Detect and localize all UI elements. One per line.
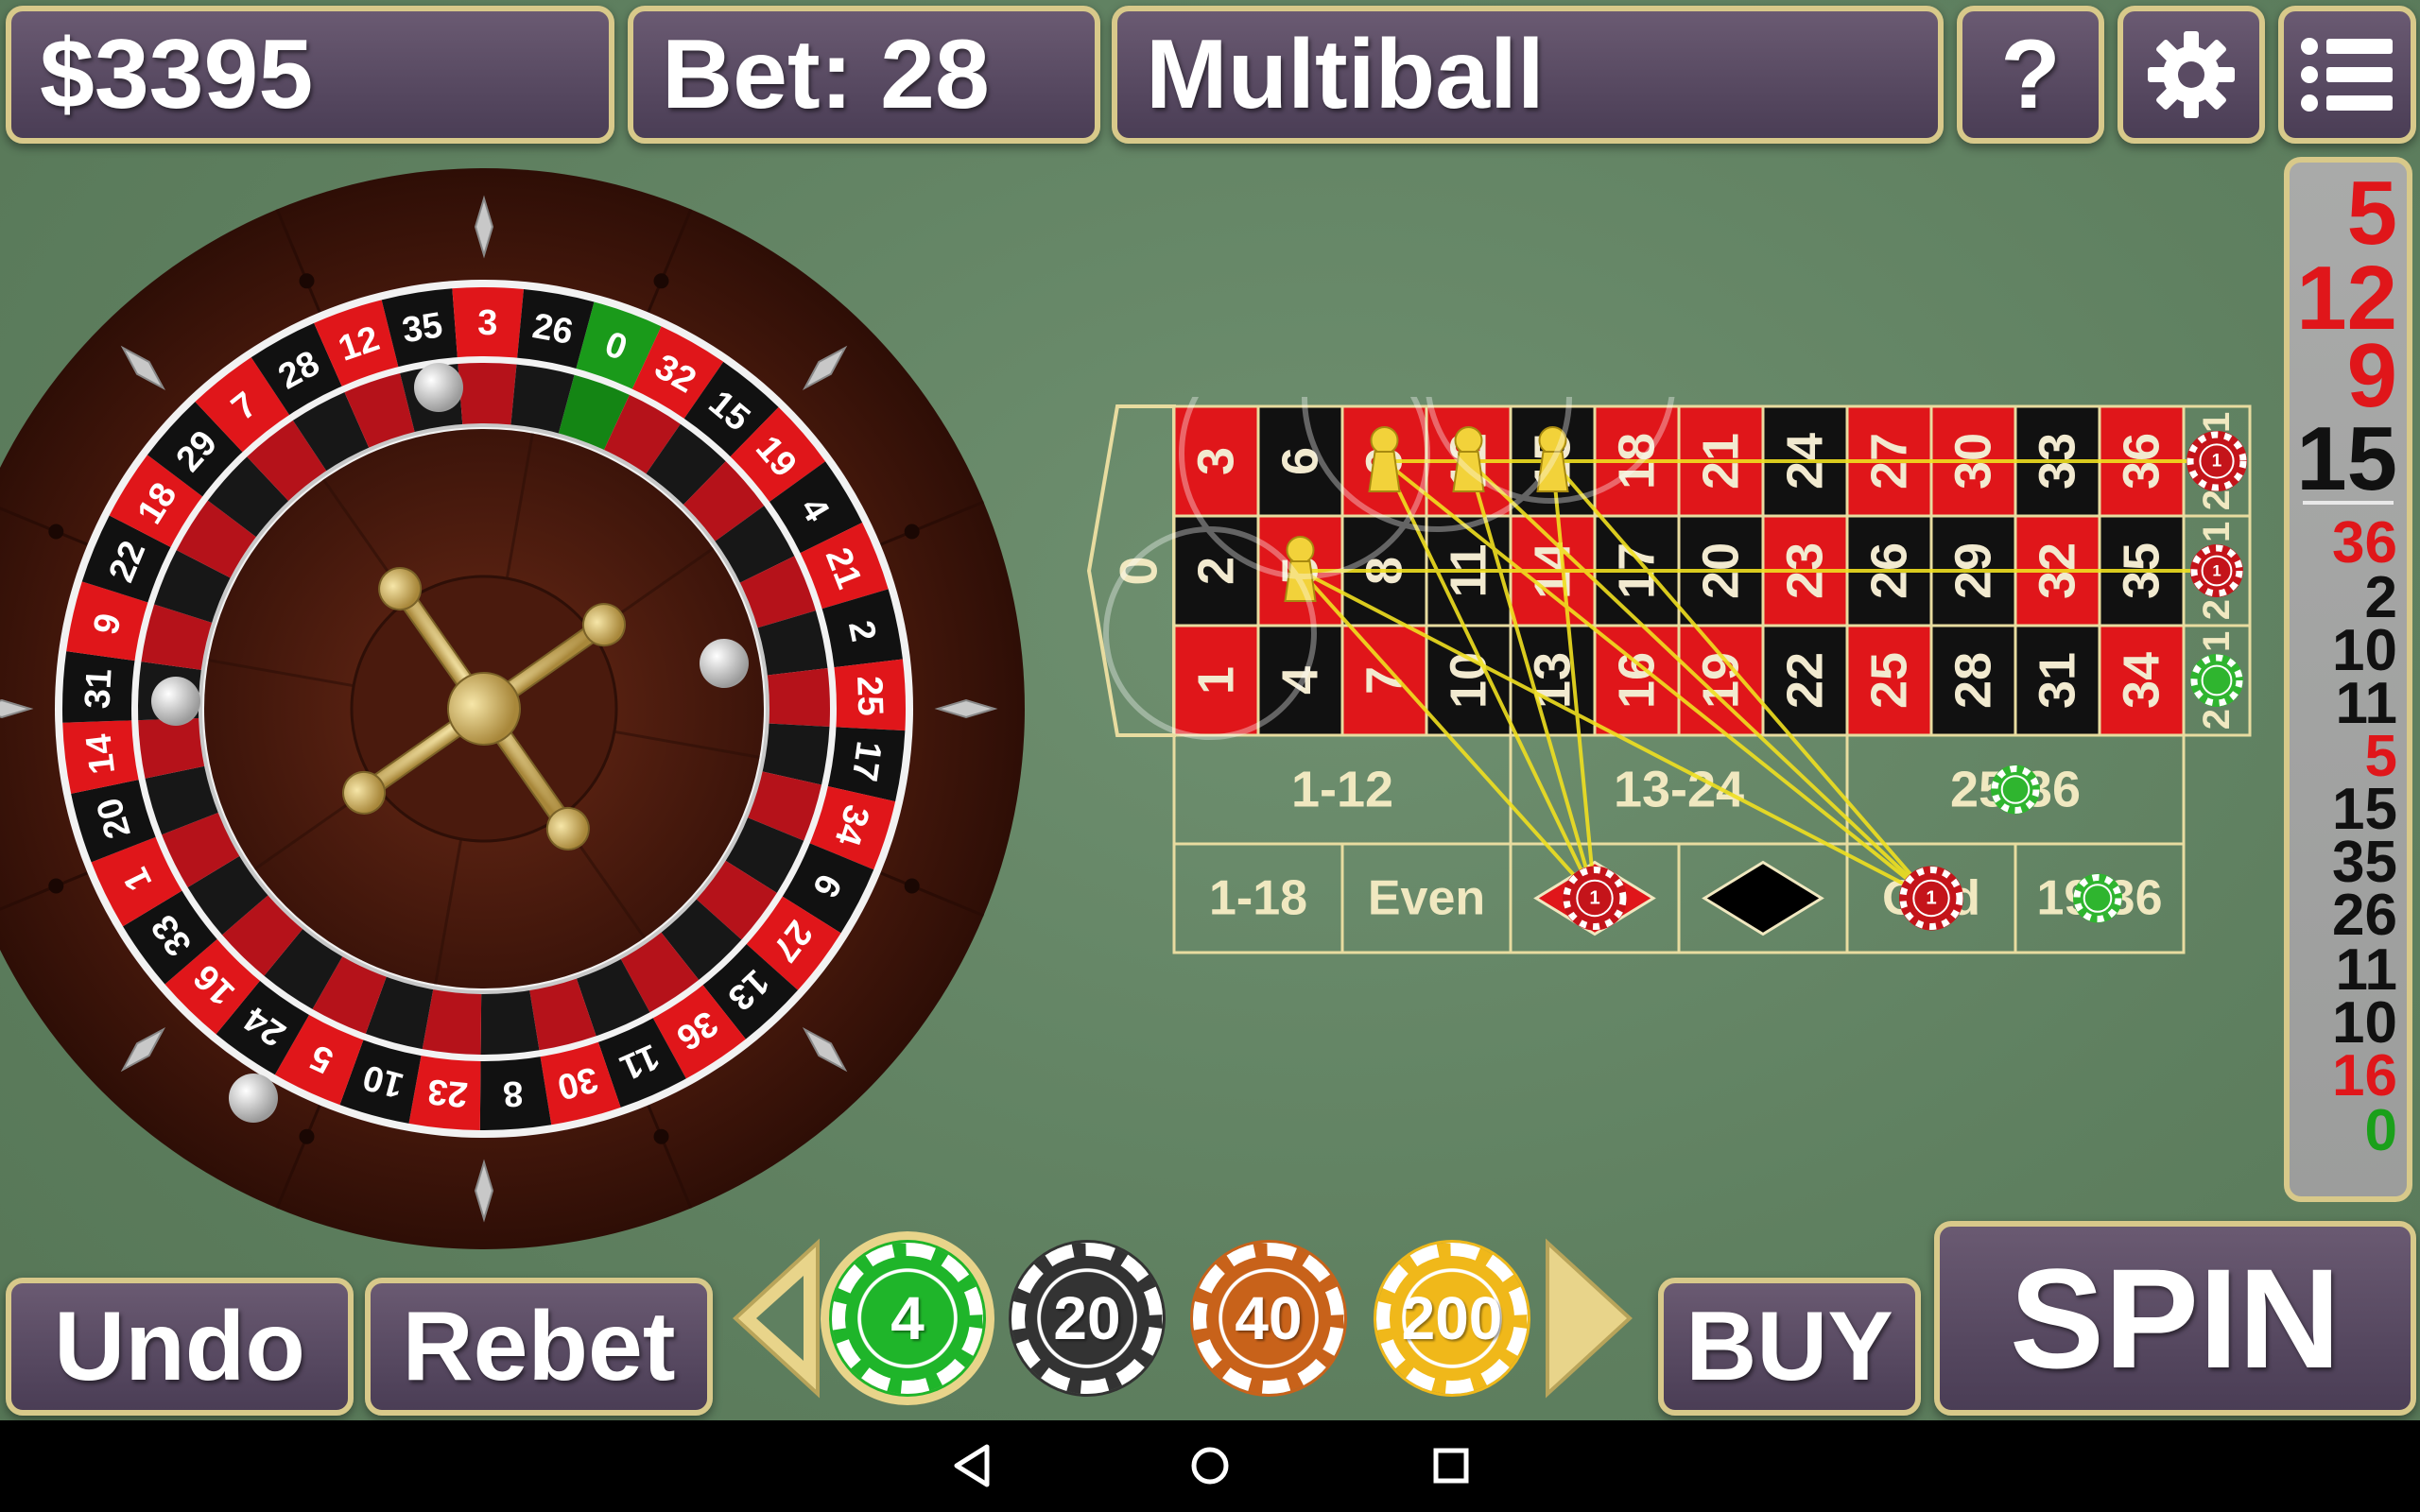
balance-text: $3395 [40,20,314,129]
wheel-number-label: 14 [78,732,123,777]
wheel-number-label: 17 [844,739,889,784]
spin-button[interactable]: SPIN [1934,1221,2416,1416]
table-outside-label: Even [1368,871,1485,926]
undo-button[interactable]: Undo [6,1278,354,1416]
roulette-ball [229,1074,278,1123]
roulette-wheel-graphic: 0321519421225173462713361130823105241633… [0,168,1025,1249]
table-bet-chip[interactable] [2190,654,2243,707]
spin-label: SPIN [2009,1239,2342,1398]
table-bet-chip[interactable]: 1 [1899,866,1963,931]
rebet-button[interactable]: Rebet [365,1278,713,1416]
history-panel: 5 12 9 15 36 2 10 11 5 15 35 26 11 10 16 0 [2284,157,2412,1202]
home-icon[interactable] [1182,1437,1238,1494]
chip-value-label: 200 [1401,1284,1503,1352]
table-bet-chip[interactable] [2073,873,2122,923]
undo-label: Undo [54,1292,305,1401]
wheel-number-label: 31 [78,668,119,710]
mode-text: Multiball [1146,20,1545,129]
recents-icon[interactable] [1423,1437,1479,1494]
wheel-number-label: 26 [529,306,576,352]
wheel-number-label: 3 [477,303,498,343]
table-outside-label: 1-18 [1209,871,1307,926]
chip-right-arrow[interactable] [1543,1238,1637,1399]
table-bet-chip[interactable]: 1 [2190,544,2243,597]
table-number-label: 2 [1188,557,1245,585]
menu-button[interactable] [2278,6,2416,144]
history-number: 26 [2332,883,2397,948]
svg-text:1: 1 [1926,888,1936,909]
wheel-number-label: 23 [426,1071,470,1114]
table-number-label: 25 [1861,652,1918,709]
table-number-label: 22 [1777,652,1834,709]
buy-button[interactable]: BUY [1658,1278,1921,1416]
gear-icon [2148,31,2235,118]
rebet-label: Rebet [402,1292,676,1401]
table-dozen-label: 1-12 [1291,762,1393,818]
table-bet-chip[interactable] [1991,765,2040,815]
history-number: 16 [2332,1043,2397,1108]
settings-button[interactable] [2118,6,2265,144]
table-number-label: 31 [2030,652,2086,709]
table-bet-chip[interactable]: 1 [1563,866,1627,931]
list-menu-icon [2301,38,2393,112]
chip-40[interactable]: 40 [1193,1243,1344,1394]
chip-selector: 4 20 40 200 [728,1228,1635,1408]
help-button[interactable]: ? [1957,6,2104,144]
wheel-number-label: 8 [502,1073,525,1113]
roulette-ball [414,363,463,412]
svg-text:1: 1 [1589,888,1599,909]
roulette-ball [151,677,200,726]
black-diamond-icon [1702,860,1824,936]
roulette-wheel: 0 32 15 19 4 21 2 25 17 34 6 27 13 36 11 30 8 23 10 5 24 16 33… [0,142,1064,1276]
chip-left-arrow[interactable] [728,1238,822,1399]
history-number: 36 [2332,510,2397,576]
help-icon: ? [2000,20,2061,129]
history-number: 0 [2364,1098,2397,1163]
android-nav-bar [0,1420,2420,1512]
table-number-label: 28 [1945,652,2002,709]
balance-display: $3395 [6,6,614,144]
bet-display: Bet: 28 [628,6,1100,144]
chip-value-label: 20 [1053,1284,1121,1352]
table-number-label: 3 [1188,447,1245,475]
history-number: 15 [2296,408,2397,509]
chip-value-label: 40 [1235,1284,1303,1352]
chip-20[interactable]: 20 [1011,1243,1163,1394]
mode-display[interactable]: Multiball [1112,6,1944,144]
betting-table[interactable]: 0369121518212427303336258111417202326293… [1078,397,2288,964]
history-separator [2303,501,2394,505]
svg-text:1: 1 [2212,452,2222,472]
roulette-ball [700,639,749,688]
table-number-label: 34 [2114,652,2170,709]
buy-label: BUY [1685,1292,1893,1401]
table-number-label: 7 [1357,666,1413,695]
history-number: 5 [2346,163,2397,264]
bet-marker-icon [1368,426,1401,492]
svg-text:1: 1 [2212,562,2221,580]
back-icon[interactable] [945,1437,1002,1494]
table-bet-chip[interactable]: 1 [2187,431,2247,491]
chip-value-label: 4 [890,1284,925,1352]
bet-text: Bet: 28 [662,20,990,129]
wheel-number-label: 25 [849,676,890,717]
chip-200[interactable]: 200 [1376,1243,1528,1394]
table-number-label: 1 [1188,666,1245,695]
wheel-number-label: 35 [400,305,445,351]
chip-4[interactable]: 4 [832,1243,983,1394]
